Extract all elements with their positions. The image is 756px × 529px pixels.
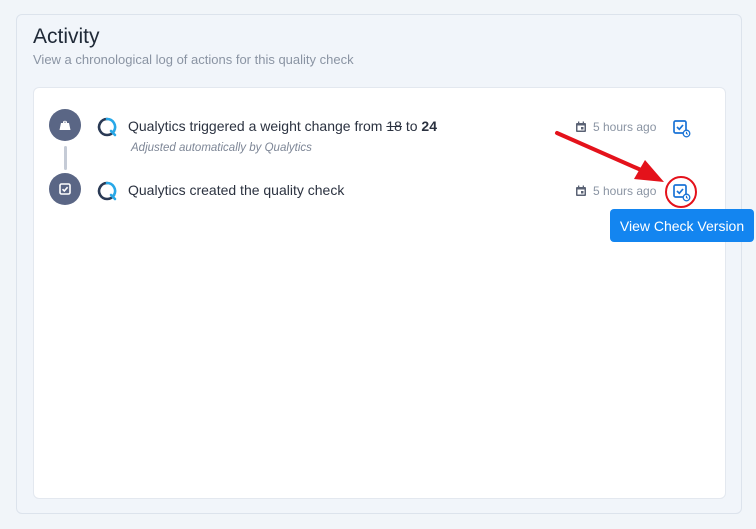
check-square-icon xyxy=(49,173,81,205)
entry-time-text: 5 hours ago xyxy=(593,120,657,134)
entry-text: Qualytics triggered a weight change from… xyxy=(128,118,437,134)
entry-text: Qualytics created the quality check xyxy=(128,182,345,198)
activity-log-panel: Qualytics triggered a weight change from… xyxy=(33,87,726,499)
view-check-version-button[interactable] xyxy=(671,118,691,138)
activity-title: Activity xyxy=(33,25,100,48)
entry-text-prefix: Qualytics triggered a weight change from xyxy=(128,118,387,134)
entry-time: 5 hours ago xyxy=(575,120,656,134)
calendar-icon xyxy=(576,185,586,196)
activity-subtitle: View a chronological log of actions for … xyxy=(33,52,354,67)
qualytics-logo-icon xyxy=(97,117,117,137)
weight-icon xyxy=(49,109,81,141)
entry-time: 5 hours ago xyxy=(575,184,656,198)
highlight-ring xyxy=(665,176,697,208)
old-value: 18 xyxy=(386,118,402,134)
activity-card: Activity View a chronological log of act… xyxy=(16,14,742,514)
check-version-icon xyxy=(672,119,690,137)
qualytics-logo-icon xyxy=(97,181,117,201)
entry-subtext: Adjusted automatically by Qualytics xyxy=(131,142,312,154)
view-check-version-tooltip: View Check Version xyxy=(610,209,754,242)
calendar-icon xyxy=(576,121,586,132)
entry-time-text: 5 hours ago xyxy=(593,184,657,198)
entry-text-to: to xyxy=(401,118,422,134)
timeline-connector xyxy=(64,146,67,170)
new-value: 24 xyxy=(421,118,437,134)
page: Activity View a chronological log of act… xyxy=(0,0,756,529)
